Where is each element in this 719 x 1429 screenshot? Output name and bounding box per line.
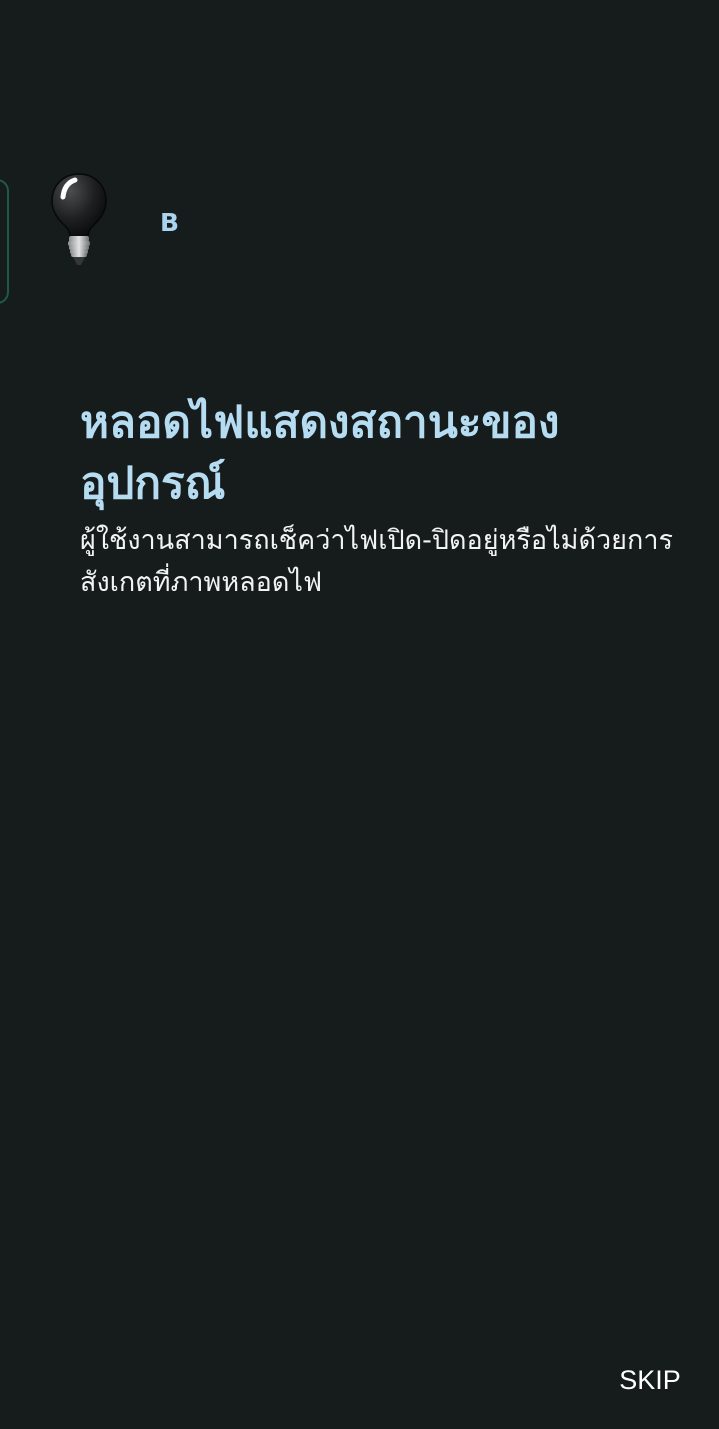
light-bulb-icon bbox=[51, 173, 107, 265]
onboarding-title: หลอดไฟแสดงสถานะของอุปกรณ์ bbox=[80, 397, 560, 509]
skip-button[interactable]: SKIP bbox=[606, 1354, 694, 1406]
onboarding-description: ผู้ใช้งานสามารถเช็คว่าไฟเปิด-ปิดอยู่หรือ… bbox=[80, 525, 673, 598]
device-letter: B bbox=[160, 208, 180, 237]
onboarding-screen: B หลอดไฟแสดงสถานะของอุปกรณ์ ผู้ใช้งานสาม… bbox=[0, 0, 719, 1429]
device-card-edge bbox=[0, 179, 9, 304]
